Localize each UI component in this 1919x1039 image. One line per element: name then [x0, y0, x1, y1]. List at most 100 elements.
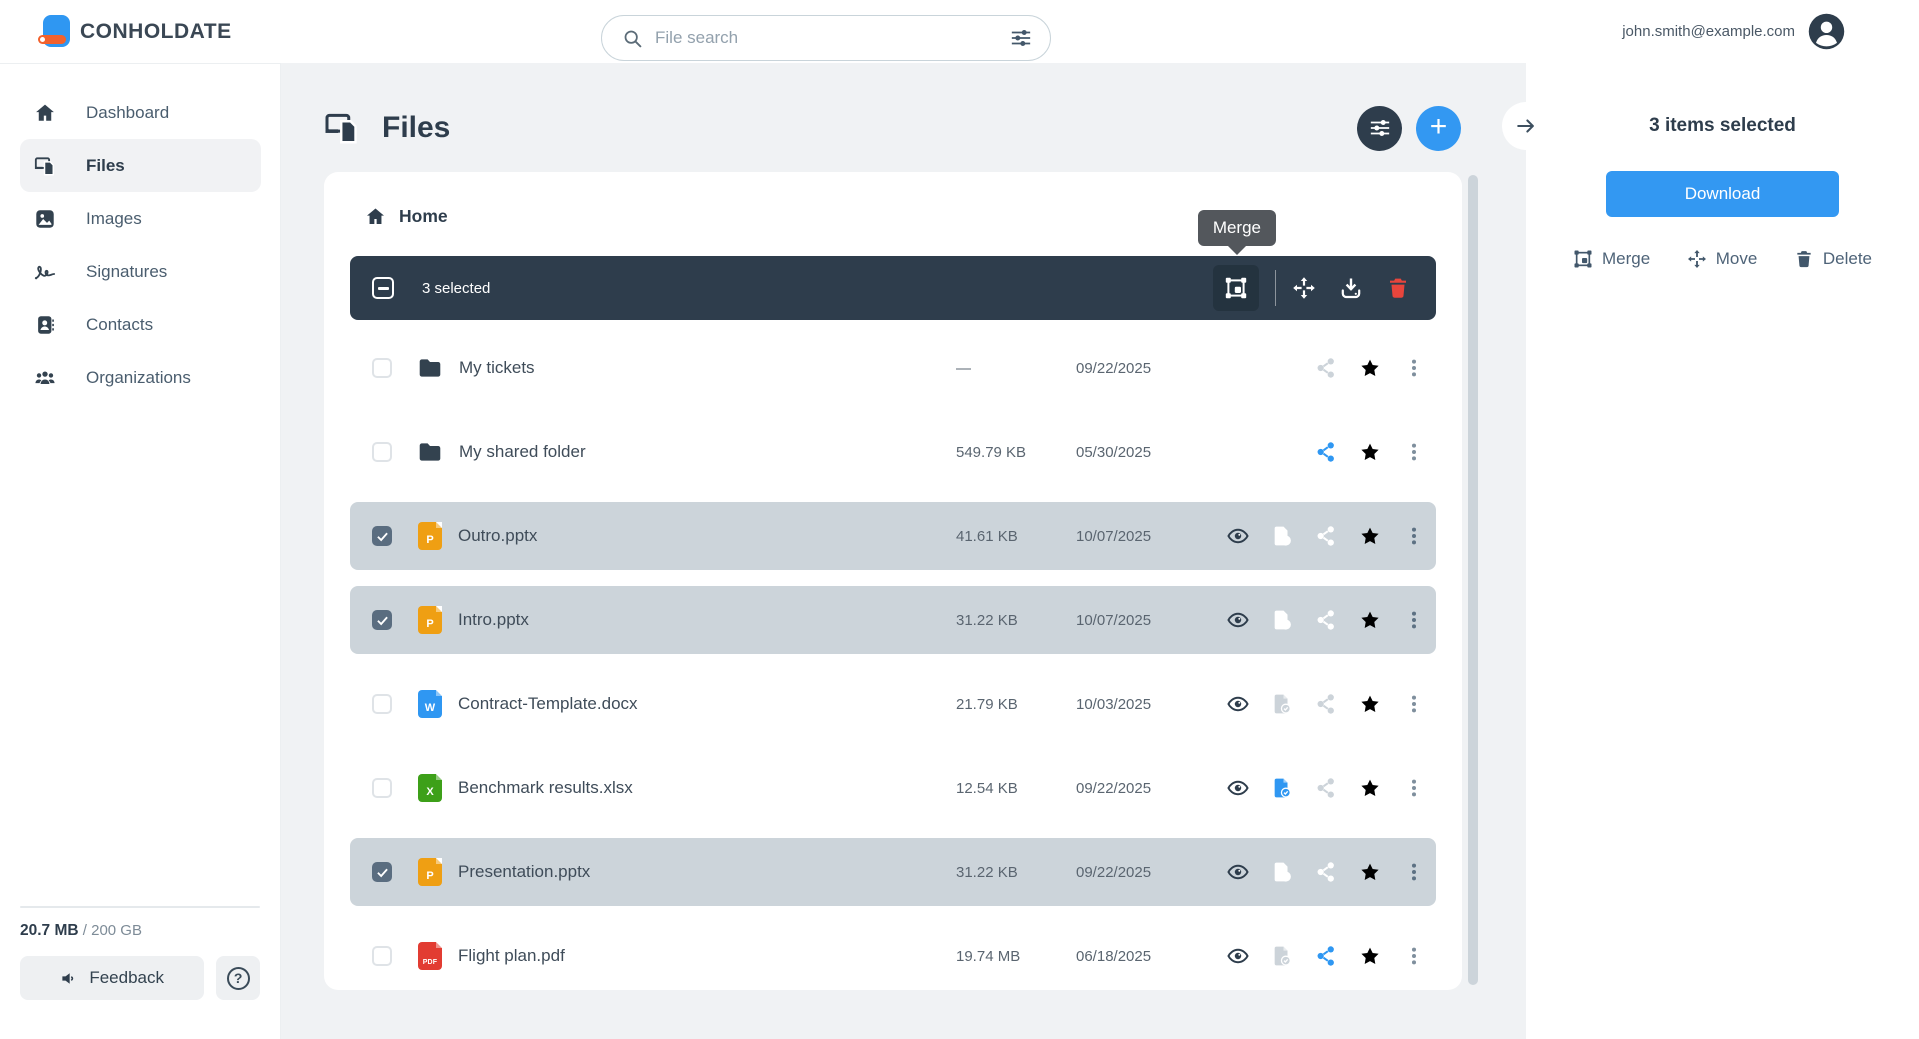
- sidebar-item-organizations[interactable]: Organizations: [20, 351, 261, 404]
- filter-settings-button[interactable]: [1357, 106, 1402, 151]
- download-button[interactable]: Download: [1606, 171, 1839, 217]
- sidebar-item-images[interactable]: Images: [20, 192, 261, 245]
- merge-icon: [1573, 249, 1593, 269]
- selection-panel: 3 items selected Download Merge Move Del…: [1526, 63, 1919, 1039]
- kebab-menu-icon[interactable]: [1392, 766, 1436, 810]
- file-name[interactable]: Presentation.pptx: [458, 862, 590, 882]
- share-icon[interactable]: [1304, 682, 1348, 726]
- breadcrumb-home[interactable]: Home: [399, 206, 448, 227]
- move-icon[interactable]: [1292, 276, 1316, 300]
- row-checkbox[interactable]: [372, 946, 392, 966]
- top-header: CONHOLDATE john.smith@example.com: [0, 0, 1919, 63]
- share-icon[interactable]: [1304, 766, 1348, 810]
- panel-merge-action[interactable]: Merge: [1573, 249, 1650, 269]
- preview-eye-icon[interactable]: [1216, 682, 1260, 726]
- file-check-icon[interactable]: [1260, 682, 1304, 726]
- star-icon[interactable]: [1348, 346, 1392, 390]
- kebab-menu-icon[interactable]: [1392, 514, 1436, 558]
- share-icon[interactable]: [1304, 934, 1348, 978]
- user-email: john.smith@example.com: [1622, 23, 1795, 40]
- table-row[interactable]: My tickets — 09/22/2025: [350, 334, 1436, 402]
- folder-icon: [417, 355, 443, 381]
- star-icon[interactable]: [1348, 514, 1392, 558]
- row-checkbox[interactable]: [372, 358, 392, 378]
- deselect-all-checkbox[interactable]: [372, 277, 394, 299]
- file-name[interactable]: Benchmark results.xlsx: [458, 778, 633, 798]
- feedback-button[interactable]: Feedback: [20, 956, 204, 1000]
- table-row[interactable]: P Outro.pptx 41.61 KB 10/07/2025: [350, 502, 1436, 570]
- user-avatar[interactable]: [1808, 13, 1845, 50]
- preview-eye-icon[interactable]: [1216, 850, 1260, 894]
- share-icon[interactable]: [1304, 598, 1348, 642]
- panel-move-action[interactable]: Move: [1687, 249, 1758, 269]
- file-search-bar[interactable]: [601, 15, 1051, 61]
- file-size: 31.22 KB: [956, 612, 1076, 629]
- share-icon[interactable]: [1304, 430, 1348, 474]
- file-name[interactable]: Flight plan.pdf: [458, 946, 565, 966]
- row-checkbox[interactable]: [372, 442, 392, 462]
- kebab-menu-icon[interactable]: [1392, 598, 1436, 642]
- brand-logo[interactable]: CONHOLDATE: [0, 15, 281, 49]
- file-name[interactable]: Outro.pptx: [458, 526, 537, 546]
- search-filter-icon[interactable]: [1010, 27, 1032, 49]
- share-icon[interactable]: [1304, 514, 1348, 558]
- panel-delete-action[interactable]: Delete: [1794, 249, 1872, 269]
- kebab-menu-icon[interactable]: [1392, 682, 1436, 726]
- file-check-icon[interactable]: [1260, 766, 1304, 810]
- kebab-menu-icon[interactable]: [1392, 346, 1436, 390]
- table-row[interactable]: W Contract-Template.docx 21.79 KB 10/03/…: [350, 670, 1436, 738]
- row-checkbox[interactable]: [372, 694, 392, 714]
- kebab-menu-icon[interactable]: [1392, 850, 1436, 894]
- kebab-menu-icon[interactable]: [1392, 934, 1436, 978]
- file-name[interactable]: Intro.pptx: [458, 610, 529, 630]
- share-icon[interactable]: [1304, 850, 1348, 894]
- sidebar-item-dashboard[interactable]: Dashboard: [20, 86, 261, 139]
- file-check-icon[interactable]: [1260, 850, 1304, 894]
- merge-button[interactable]: [1213, 265, 1259, 311]
- file-name[interactable]: My shared folder: [459, 442, 586, 462]
- table-row[interactable]: My shared folder 549.79 KB 05/30/2025: [350, 418, 1436, 486]
- merge-icon: [1224, 276, 1248, 300]
- file-size: 12.54 KB: [956, 780, 1076, 797]
- star-icon[interactable]: [1348, 682, 1392, 726]
- delete-trash-icon[interactable]: [1386, 276, 1410, 300]
- pptx-file-icon: P: [418, 522, 442, 550]
- preview-eye-icon[interactable]: [1216, 514, 1260, 558]
- preview-eye-icon[interactable]: [1216, 598, 1260, 642]
- contact-card-icon: [34, 314, 56, 336]
- file-check-icon[interactable]: [1260, 514, 1304, 558]
- collapse-panel-button[interactable]: [1502, 102, 1550, 150]
- file-check-icon[interactable]: [1260, 934, 1304, 978]
- sidebar-item-contacts[interactable]: Contacts: [20, 298, 261, 351]
- file-check-icon[interactable]: [1260, 598, 1304, 642]
- row-checkbox[interactable]: [372, 862, 392, 882]
- files-icon: [34, 155, 56, 177]
- preview-eye-icon[interactable]: [1216, 934, 1260, 978]
- file-size: 31.22 KB: [956, 864, 1076, 881]
- file-name[interactable]: My tickets: [459, 358, 535, 378]
- row-checkbox[interactable]: [372, 610, 392, 630]
- add-new-button[interactable]: +: [1416, 106, 1461, 151]
- help-button[interactable]: ?: [216, 956, 260, 1000]
- table-row[interactable]: PDF Flight plan.pdf 19.74 MB 06/18/2025: [350, 922, 1436, 990]
- table-row[interactable]: P Presentation.pptx 31.22 KB 09/22/2025: [350, 838, 1436, 906]
- kebab-menu-icon[interactable]: [1392, 430, 1436, 474]
- row-checkbox[interactable]: [372, 778, 392, 798]
- star-icon[interactable]: [1348, 850, 1392, 894]
- sidebar-item-signatures[interactable]: Signatures: [20, 245, 261, 298]
- preview-eye-icon[interactable]: [1216, 766, 1260, 810]
- star-icon[interactable]: [1348, 934, 1392, 978]
- star-icon[interactable]: [1348, 598, 1392, 642]
- download-icon[interactable]: [1339, 276, 1363, 300]
- sidebar-item-files[interactable]: Files: [20, 139, 261, 192]
- search-input[interactable]: [655, 28, 998, 48]
- star-icon[interactable]: [1348, 430, 1392, 474]
- table-row[interactable]: P Intro.pptx 31.22 KB 10/07/2025: [350, 586, 1436, 654]
- scrollbar-thumb[interactable]: [1468, 175, 1478, 985]
- row-checkbox[interactable]: [372, 526, 392, 546]
- share-icon[interactable]: [1304, 346, 1348, 390]
- star-icon[interactable]: [1348, 766, 1392, 810]
- file-size: 19.74 MB: [956, 948, 1076, 965]
- table-row[interactable]: X Benchmark results.xlsx 12.54 KB 09/22/…: [350, 754, 1436, 822]
- file-name[interactable]: Contract-Template.docx: [458, 694, 638, 714]
